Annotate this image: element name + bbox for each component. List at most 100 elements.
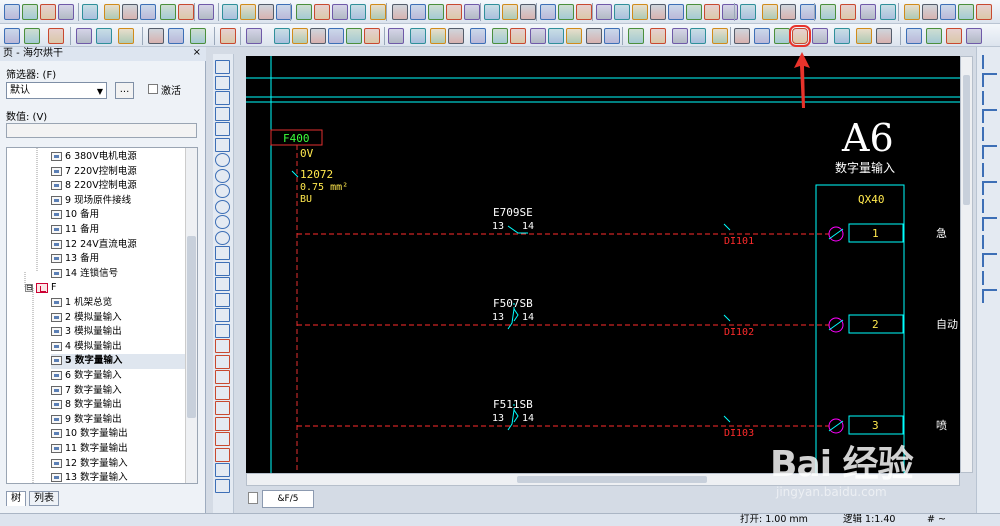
tb1-tool-icon[interactable] [650, 4, 666, 20]
tb1-tool-icon[interactable] [820, 4, 836, 20]
tb1-tool-icon[interactable] [940, 4, 956, 20]
tb1-tool-icon[interactable] [446, 4, 462, 20]
drawing-tool-icon[interactable] [215, 122, 230, 136]
tree-item[interactable]: 3 模拟量输出 [51, 325, 197, 340]
tb2-tool-icon[interactable] [448, 28, 464, 44]
tb1-tool-icon[interactable] [540, 4, 556, 20]
tab-list[interactable]: 列表 [29, 491, 59, 506]
tb1-tool-icon[interactable] [668, 4, 684, 20]
tree-item[interactable]: 13 数字量输入 [51, 471, 197, 483]
tree-item[interactable]: 9 现场原件接线 [51, 194, 197, 209]
drawing-tool-icon[interactable] [215, 432, 230, 446]
tb2-tool-icon[interactable] [274, 28, 290, 44]
filter-dropdown[interactable]: 默认 ▼ [6, 82, 107, 99]
tb1-tool-icon[interactable] [922, 4, 938, 20]
tb2-tool-icon[interactable] [566, 28, 582, 44]
tb2-tool-icon[interactable] [754, 28, 770, 44]
drawing-tool-icon[interactable] [215, 246, 230, 260]
tb2-tool-icon[interactable] [876, 28, 892, 44]
tb1-tool-icon[interactable] [840, 4, 856, 20]
filter-more-button[interactable]: ... [115, 82, 134, 99]
tb2-tool-icon[interactable] [76, 28, 92, 44]
drawing-tool-icon[interactable] [215, 370, 230, 384]
tb2-tool-icon[interactable] [926, 28, 942, 44]
tb1-tool-icon[interactable] [596, 4, 612, 20]
tb2-tool-icon[interactable] [220, 28, 236, 44]
tb2-tool-icon[interactable] [388, 28, 404, 44]
connection-symbol-icon[interactable] [982, 181, 997, 195]
tb1-tool-icon[interactable] [464, 4, 480, 20]
tb1-tool-icon[interactable] [392, 4, 408, 20]
tb1-tool-icon[interactable] [258, 4, 274, 20]
drawing-tool-icon[interactable] [215, 323, 230, 338]
tb1-tool-icon[interactable] [762, 4, 778, 20]
drawing-tool-icon[interactable] [215, 91, 230, 105]
drawing-tool-icon[interactable] [215, 447, 230, 462]
tb2-tool-icon[interactable] [148, 28, 164, 44]
connection-symbol-icon[interactable] [982, 91, 997, 105]
drawing-tool-icon[interactable] [215, 199, 230, 214]
canvas-horizontal-scrollbar[interactable] [246, 473, 960, 486]
drawing-tool-icon[interactable] [215, 137, 230, 152]
tab-tree[interactable]: 树 [6, 491, 26, 506]
tree-item[interactable]: 4 模拟量输出 [51, 340, 197, 355]
tb2-tool-icon[interactable] [690, 28, 706, 44]
tb1-tool-icon[interactable] [332, 4, 348, 20]
connection-symbol-icon[interactable] [982, 235, 997, 249]
tb1-tool-icon[interactable] [370, 4, 386, 20]
tb2-tool-icon[interactable] [492, 28, 508, 44]
tb2-tool-icon[interactable] [246, 28, 262, 44]
connection-symbol-icon[interactable] [982, 145, 997, 159]
tb2-tool-icon[interactable] [672, 28, 688, 44]
canvas-vertical-scrollbar[interactable] [960, 56, 973, 473]
tree-item[interactable]: 10 数字量输出 [51, 427, 197, 442]
tb1-tool-icon[interactable] [576, 4, 592, 20]
tree-item[interactable]: 12 24V直流电源 [51, 238, 197, 253]
tb1-tool-icon[interactable] [704, 4, 720, 20]
tree-item[interactable]: 10 备用 [51, 208, 197, 223]
tb2-tool-icon[interactable] [96, 28, 112, 44]
drawing-tool-icon[interactable] [215, 106, 230, 121]
page-tab[interactable]: &F/5 [262, 490, 314, 508]
tb1-tool-icon[interactable] [904, 4, 920, 20]
tb2-tool-icon[interactable] [48, 28, 64, 44]
tb1-tool-icon[interactable] [40, 4, 56, 20]
tree-item[interactable]: 6 380V电机电源 [51, 150, 197, 165]
connection-symbol-icon[interactable] [982, 109, 997, 123]
tb2-tool-icon[interactable] [812, 28, 828, 44]
tree-item[interactable]: 2 模拟量输入 [51, 311, 197, 326]
tb1-tool-icon[interactable] [976, 4, 992, 20]
tb2-tool-icon[interactable] [410, 28, 426, 44]
value-input[interactable] [6, 123, 197, 138]
drawing-tool-icon[interactable] [215, 416, 230, 431]
tb1-tool-icon[interactable] [222, 4, 238, 20]
tree-expander-icon[interactable]: ⊟ [25, 283, 33, 292]
tree-item[interactable]: 5 数字量输入 [51, 354, 197, 369]
tb1-tool-icon[interactable] [780, 4, 796, 20]
tb1-tool-icon[interactable] [880, 4, 896, 20]
connection-symbol-icon[interactable] [982, 127, 997, 141]
tb1-tool-icon[interactable] [860, 4, 876, 20]
tb1-tool-icon[interactable] [4, 4, 20, 20]
tb2-tool-icon[interactable] [966, 28, 982, 44]
tb2-tool-icon[interactable] [604, 28, 620, 44]
drawing-tool-icon[interactable] [215, 385, 230, 400]
tb2-tool-icon[interactable] [946, 28, 962, 44]
tree-item[interactable]: 1 机架总览 [51, 296, 197, 311]
tree-item[interactable]: 13 备用 [51, 252, 197, 267]
tb2-tool-icon[interactable] [430, 28, 446, 44]
tb2-tool-icon[interactable] [168, 28, 184, 44]
drawing-tool-icon[interactable] [215, 230, 230, 245]
tb2-tool-icon[interactable] [906, 28, 922, 44]
tb1-tool-icon[interactable] [520, 4, 536, 20]
drawing-tool-icon[interactable] [215, 168, 230, 183]
drawing-tool-icon[interactable] [215, 478, 230, 493]
tb1-tool-icon[interactable] [686, 4, 702, 20]
tb2-tool-icon[interactable] [586, 28, 602, 44]
tree-item[interactable]: ⊟ F [25, 281, 197, 296]
connection-symbol-icon[interactable] [982, 199, 997, 213]
tb1-tool-icon[interactable] [558, 4, 574, 20]
drawing-tool-icon[interactable] [215, 292, 230, 307]
tree-item[interactable]: 9 数字量输出 [51, 413, 197, 428]
tb1-tool-icon[interactable] [614, 4, 630, 20]
